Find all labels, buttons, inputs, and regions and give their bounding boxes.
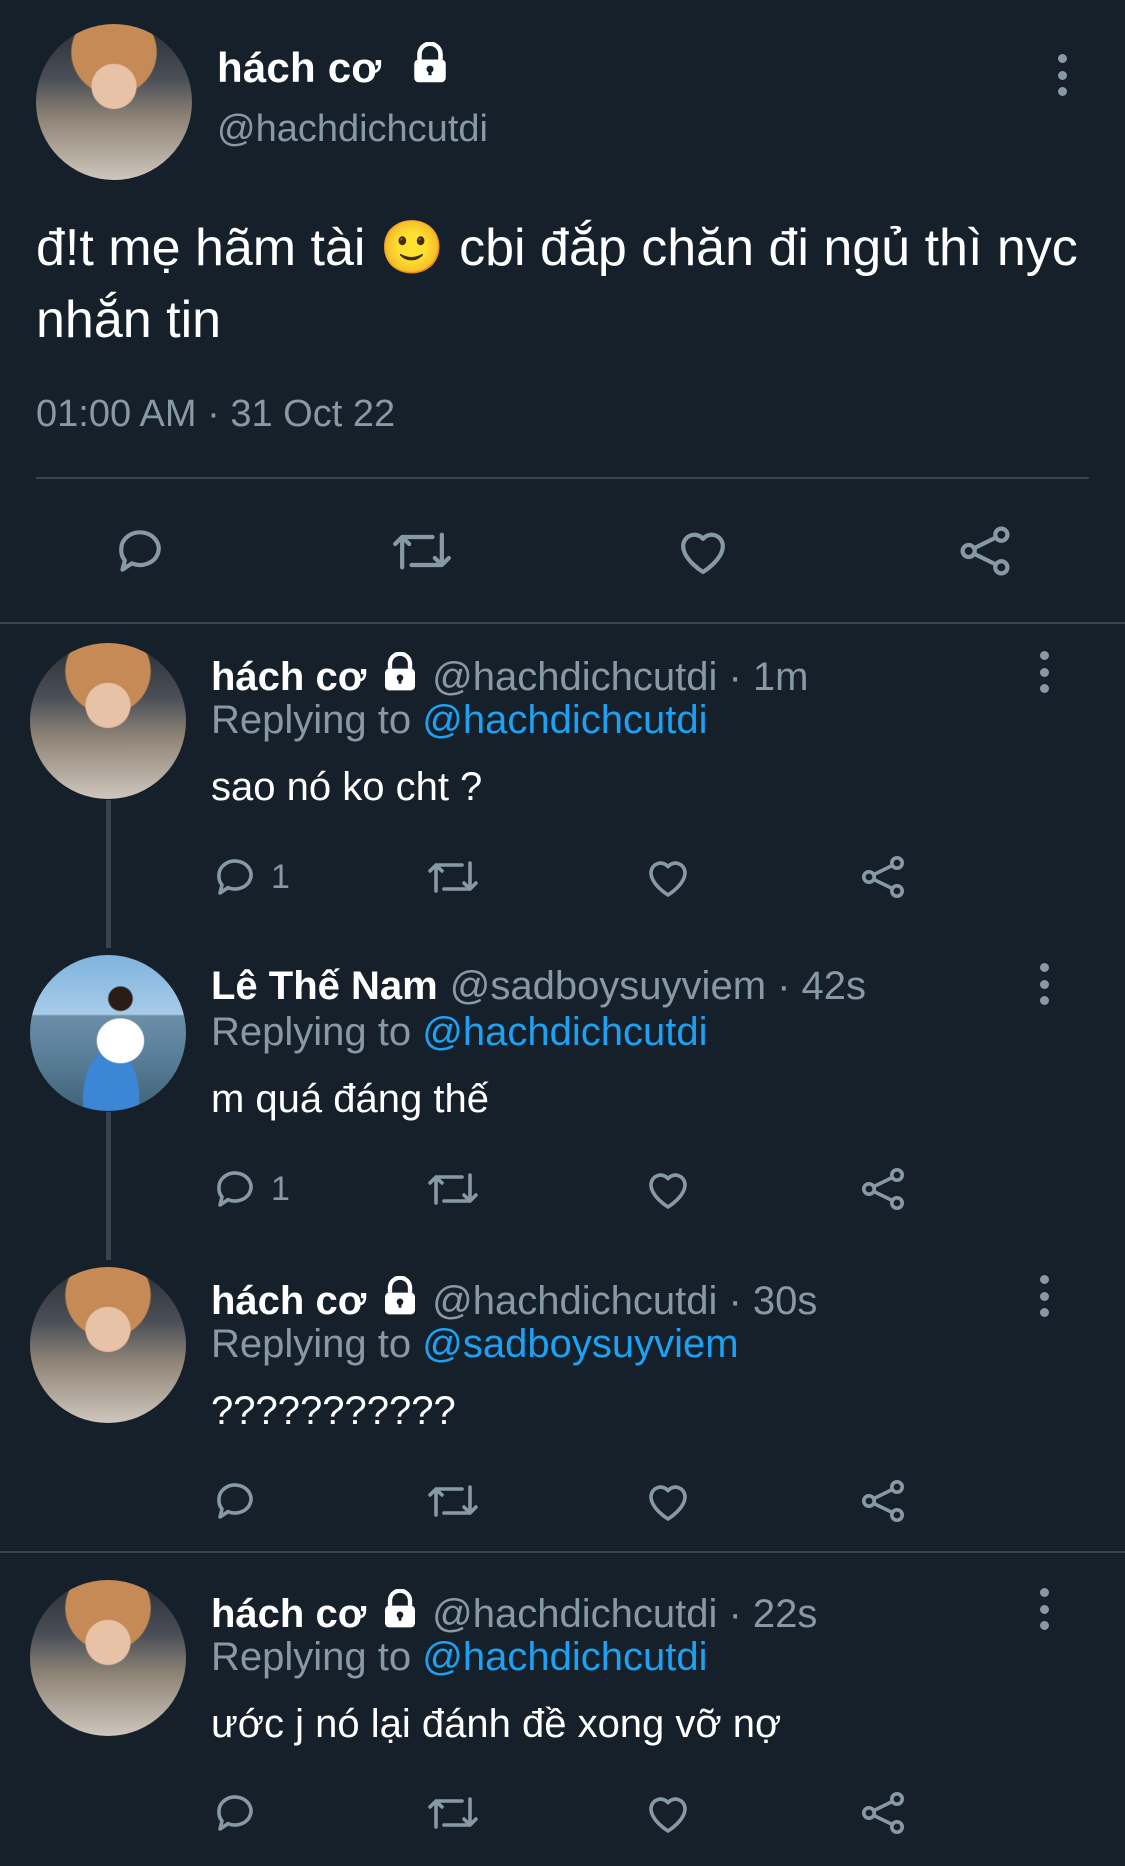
reply-icon: [217, 1171, 253, 1207]
reply-text: ước j nó lại đánh đề xong vỡ nợ: [211, 1702, 782, 1746]
share-button[interactable]: [858, 853, 908, 901]
reply-text: ???????????: [211, 1389, 456, 1433]
reply-text: sao nó ko cht ?: [211, 765, 483, 809]
avatar[interactable]: [30, 1580, 186, 1736]
avatar[interactable]: [30, 643, 186, 799]
reply-button[interactable]: [211, 1477, 259, 1525]
tweet-timestamp[interactable]: 01:00 AM · 31 Oct 22: [36, 393, 395, 436]
retweet-icon: [428, 1485, 478, 1517]
retweet-button[interactable]: [388, 523, 456, 579]
reply-author-handle[interactable]: @hachdichcutdi · 1m: [432, 655, 808, 700]
reply-icon: [217, 1483, 253, 1519]
replying-to-mention[interactable]: @hachdichcutdi: [422, 1635, 707, 1679]
avatar[interactable]: [30, 1267, 186, 1423]
avatar[interactable]: [30, 955, 186, 1111]
lock-icon: [380, 1588, 420, 1639]
retweet-button[interactable]: [424, 1477, 482, 1525]
retweet-icon: [428, 1173, 478, 1205]
reply-text: m quá đáng thế: [211, 1077, 489, 1121]
like-button[interactable]: [643, 1165, 693, 1213]
reply-header: hách cơ @hachdichcutdi · 22s: [211, 1588, 817, 1639]
reply-tweet[interactable]: Lê Thế Nam @sadboysuyviem · 42s Replying…: [0, 952, 1125, 1242]
replying-prefix: Replying to: [211, 698, 423, 742]
retweet-button[interactable]: [424, 1165, 482, 1213]
retweet-button[interactable]: [424, 1789, 482, 1837]
more-options-icon[interactable]: [1037, 1588, 1051, 1630]
replying-prefix: Replying to: [211, 1635, 423, 1679]
reply-icon: [217, 1795, 253, 1831]
share-icon: [862, 1480, 904, 1522]
reply-count: 1: [271, 857, 290, 896]
retweet-icon: [428, 1797, 478, 1829]
reply-icon: [217, 859, 253, 895]
more-options-icon[interactable]: [1037, 1275, 1051, 1317]
reply-icon: [119, 530, 161, 572]
like-icon: [649, 1485, 687, 1521]
share-icon: [960, 526, 1010, 576]
like-icon: [649, 1797, 687, 1833]
reply-button[interactable]: 1: [211, 853, 290, 901]
lock-icon: [380, 651, 420, 702]
author-handle[interactable]: @hachdichcutdi: [217, 108, 488, 151]
reply-author-handle[interactable]: @hachdichcutdi · 30s: [432, 1279, 817, 1324]
retweet-icon: [428, 861, 478, 893]
reply-header: hách cơ @hachdichcutdi · 1m: [211, 651, 808, 702]
replying-to-mention[interactable]: @hachdichcutdi: [422, 698, 707, 742]
reply-header: Lê Thế Nam @sadboysuyviem · 42s: [211, 964, 866, 1009]
replying-prefix: Replying to: [211, 1010, 423, 1054]
reply-button[interactable]: [211, 1789, 259, 1837]
share-icon: [862, 856, 904, 898]
more-options-icon[interactable]: [1037, 651, 1051, 693]
share-icon: [862, 1792, 904, 1834]
like-icon: [649, 861, 687, 897]
reply-author-handle[interactable]: @sadboysuyviem · 42s: [450, 964, 866, 1009]
reply-button[interactable]: [112, 523, 168, 579]
share-icon: [862, 1168, 904, 1210]
reply-author-name[interactable]: hách cơ: [211, 1279, 366, 1324]
more-options-icon[interactable]: [1055, 54, 1069, 96]
like-icon: [681, 532, 725, 575]
reply-author-name[interactable]: Lê Thế Nam: [211, 964, 438, 1009]
reply-tweet[interactable]: hách cơ @hachdichcutdi · 22s Replying to…: [0, 1577, 1125, 1866]
share-button[interactable]: [858, 1789, 908, 1837]
retweet-icon: [393, 532, 451, 570]
author-name[interactable]: hách cơ: [217, 41, 451, 94]
replying-to-mention[interactable]: @sadboysuyviem: [422, 1322, 738, 1366]
reply-count: 1: [271, 1169, 290, 1208]
reply-header: hách cơ @hachdichcutdi · 30s: [211, 1275, 817, 1326]
retweet-button[interactable]: [424, 853, 482, 901]
like-button[interactable]: [674, 523, 732, 579]
replying-to-label: Replying to @sadboysuyviem: [211, 1322, 739, 1367]
share-button[interactable]: [858, 1165, 908, 1213]
like-button[interactable]: [643, 1789, 693, 1837]
reply-author-handle[interactable]: @hachdichcutdi · 22s: [432, 1592, 817, 1637]
replying-prefix: Replying to: [211, 1322, 423, 1366]
tweet-text: đ!t mẹ hãm tài 🙂 cbi đắp chăn đi ngủ thì…: [36, 219, 1093, 349]
replying-to-label: Replying to @hachdichcutdi: [211, 1635, 707, 1680]
lock-icon: [409, 41, 451, 94]
reply-author-name[interactable]: hách cơ: [211, 1592, 366, 1637]
share-button[interactable]: [858, 1477, 908, 1525]
share-button[interactable]: [956, 523, 1014, 579]
reply-author-name[interactable]: hách cơ: [211, 655, 366, 700]
replying-to-mention[interactable]: @hachdichcutdi: [422, 1010, 707, 1054]
like-icon: [649, 1173, 687, 1209]
like-button[interactable]: [643, 1477, 693, 1525]
reply-tweet[interactable]: hách cơ @hachdichcutdi · 1m Replying to …: [0, 640, 1125, 930]
avatar[interactable]: [36, 24, 192, 180]
lock-icon: [380, 1275, 420, 1326]
divider: [36, 477, 1089, 479]
author-name-text: hách cơ: [217, 44, 382, 91]
reply-tweet[interactable]: hách cơ @hachdichcutdi · 30s Replying to…: [0, 1264, 1125, 1554]
like-button[interactable]: [643, 853, 693, 901]
replying-to-label: Replying to @hachdichcutdi: [211, 1010, 707, 1055]
reply-button[interactable]: 1: [211, 1165, 290, 1213]
replying-to-label: Replying to @hachdichcutdi: [211, 698, 707, 743]
divider: [0, 1551, 1125, 1553]
divider: [0, 622, 1125, 624]
more-options-icon[interactable]: [1037, 963, 1051, 1005]
